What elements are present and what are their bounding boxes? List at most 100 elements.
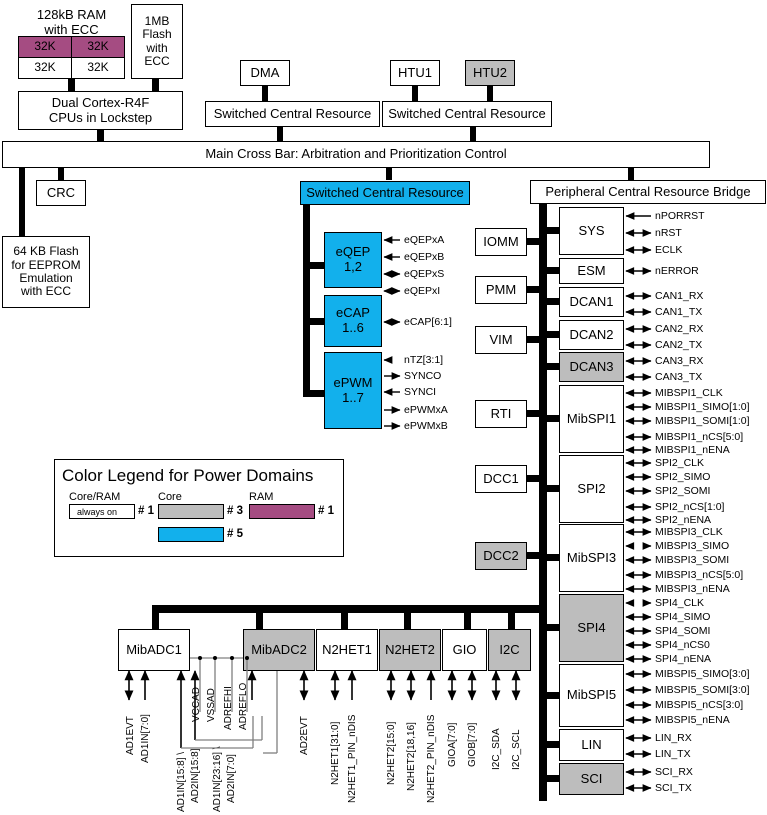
sci-block[interactable]: SCI [559,763,624,795]
iomm-block[interactable]: IOMM [475,228,527,256]
i2c-block[interactable]: I2C [488,629,531,671]
signal-mibspi3-simo: MIBSPI3_SIMO [655,540,730,552]
lin-block[interactable]: LIN [559,729,624,761]
ram-bank-1[interactable]: 32K [71,36,125,58]
pcr-bridge-block[interactable]: Peripheral Central Resource Bridge [530,180,766,204]
pinlabel-ad2in70: AD2IN[7:0] [226,754,237,803]
ecap-stub [303,318,325,325]
sci-stub [545,775,560,782]
legend-number-ram: # 1 [318,505,334,517]
signal-mibspi3-somi: MIBSPI3_SOMI [655,554,730,566]
mibspi1-block[interactable]: MibSPI1 [559,385,624,453]
crossbar-to-pcr-bus [628,168,634,180]
pinlabel-adrefhi: ADREFHI [223,686,234,730]
n2het2-block[interactable]: N2HET2 [379,629,441,671]
signal-can1-rx: CAN1_RX [655,290,704,302]
scr-left-block[interactable]: Switched Central Resource [205,101,380,127]
legend-header-core-ram: Core/RAM [69,491,121,503]
signal-spi4-somi: SPI4_SOMI [655,625,711,637]
legend-title: Color Legend for Power Domains [62,466,314,485]
spi4-block[interactable]: SPI4 [559,594,624,662]
signal-eclk: ECLK [655,244,683,256]
mibadc1-drop [152,605,159,629]
crc-block[interactable]: CRC [36,180,86,206]
pinlabel-i2c-sda: I2C_SDA [491,728,502,770]
mibadc2-block[interactable]: MibADC2 [243,629,315,671]
esm-block[interactable]: ESM [559,258,624,284]
legend-swatch-core-alt [158,527,224,542]
spi2-stub [545,485,560,492]
legend-number-core: # 3 [227,505,243,517]
n2het1-block[interactable]: N2HET1 [316,629,378,671]
scr-left-to-crossbar [277,127,283,142]
vim-block[interactable]: VIM [475,326,527,354]
signal-can2-rx: CAN2_RX [655,323,704,335]
scr-right-block[interactable]: Switched Central Resource [382,101,552,127]
htu1-block[interactable]: HTU1 [390,60,440,86]
gio-block[interactable]: GIO [442,629,487,671]
mibspi5-block[interactable]: MibSPI5 [559,664,624,727]
pmm-block[interactable]: PMM [475,276,527,304]
mibspi1-stub [545,415,560,422]
sys-block[interactable]: SYS [559,207,624,255]
htu2-block[interactable]: HTU2 [465,60,515,86]
dcc1-block[interactable]: DCC1 [475,465,527,493]
eeprom-flash-block[interactable]: 64 KB Flash for EEPROM Emulation with EC… [2,236,90,308]
spi2-block[interactable]: SPI2 [559,455,624,523]
mibspi3-stub [545,554,560,561]
signal-spi2-nena: SPI2_nENA [655,514,712,526]
scr-peripheral-block[interactable]: Switched Central Resource [300,181,470,205]
eqep-stub [303,262,325,269]
signal-mibspi1-simo: MIBSPI1_SIMO[1:0] [655,401,750,413]
pinlabel-ad1evt: AD1EVT [125,716,136,755]
dcc2-block[interactable]: DCC2 [475,542,527,570]
crossbar-to-crc-bus [58,168,64,180]
n2het1-drop [341,605,348,629]
signal-lin-tx: LIN_TX [655,748,691,760]
signal-synco: SYNCO [404,370,442,382]
dcan3-block[interactable]: DCAN3 [559,352,624,382]
dma-bus [262,86,268,101]
ecap-block[interactable]: eCAP 1..6 [324,295,382,347]
mibadc1-block[interactable]: MibADC1 [118,629,190,671]
signal-mibspi5-somi: MIBSPI5_SOMI[3:0] [655,684,750,696]
n2het2-drop [404,605,411,629]
signal-ntz: nTZ[3:1] [404,354,444,366]
epwm-stub [303,390,325,397]
pinlabel-vccad: VCCAD [191,686,202,722]
ram-bank-0[interactable]: 32K [18,36,72,58]
signal-spi2-simo: SPI2_SIMO [655,471,711,483]
cpu-block[interactable]: Dual Cortex-R4F CPUs in Lockstep [18,91,183,130]
signal-nrst: nRST [655,227,682,239]
pinlabel-n2het1-pin-ndis: N2HET1_PIN_nDIS [347,714,358,803]
mibspi3-block[interactable]: MibSPI3 [559,524,624,592]
epwm-block[interactable]: ePWM 1..7 [324,352,382,429]
signal-mibspi5-ncs: MIBSPI5_nCS[3:0] [655,699,744,711]
signal-mibspi1-clk: MIBSPI1_CLK [655,387,723,399]
dma-block[interactable]: DMA [240,60,290,86]
rti-block[interactable]: RTI [475,400,527,428]
main-cross-bar[interactable]: Main Cross Bar: Arbitration and Prioriti… [2,141,710,168]
legend-header-ram: RAM [249,491,274,503]
signal-spi4-simo: SPI4_SIMO [655,611,711,623]
dcan2-block[interactable]: DCAN2 [559,320,624,350]
ram-bank-3[interactable]: 32K [71,57,125,79]
signal-mibspi1-ncs: MIBSPI1_nCS[5:0] [655,431,744,443]
dcan1-block[interactable]: DCAN1 [559,287,624,317]
signal-ecap: eCAP[6:1] [404,316,452,328]
legend-swatch-ram [249,504,315,519]
crossbar-to-eeprom-bus [19,168,25,236]
legend-swatch-core [158,504,224,519]
flash-block[interactable]: 1MB Flash with ECC [131,4,183,79]
signal-spi4-clk: SPI4_CLK [655,597,705,609]
pinlabel-n2het2-pin-ndis: N2HET2_PIN_nDIS [426,714,437,803]
pinlabel-giob: GIOB[7:0] [467,722,478,767]
mibspi5-stub [545,692,560,699]
esm-stub [545,267,560,274]
scr-right-to-crossbar [470,127,476,142]
signal-mibspi5-nena: MIBSPI5_nENA [655,714,730,726]
ram-bank-2[interactable]: 32K [18,57,72,79]
pinlabel-vssad: VSSAD [206,688,217,722]
signal-spi4-nena: SPI4_nENA [655,653,712,665]
eqep-block[interactable]: eQEP 1,2 [324,232,382,288]
